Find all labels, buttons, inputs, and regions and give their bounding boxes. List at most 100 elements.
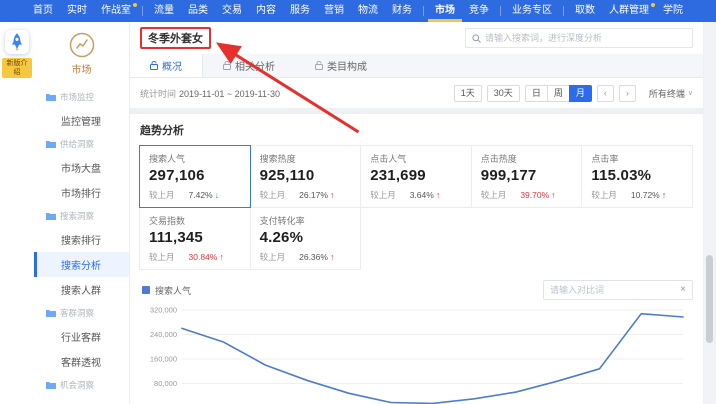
range-button-1day[interactable]: 1天 bbox=[454, 85, 482, 102]
scrollbar-thumb[interactable] bbox=[706, 255, 713, 343]
new-feature-dot bbox=[651, 3, 655, 7]
metric-card-click-rate[interactable]: 点击率 115.03% 较上月 10.72%↑ bbox=[581, 145, 693, 208]
lock-icon bbox=[150, 61, 158, 70]
stat-time: 统计时间2019-11-01 ~ 2019-11-30 bbox=[140, 87, 280, 100]
trend-title: 趋势分析 bbox=[140, 122, 693, 138]
range-button-30days[interactable]: 30天 bbox=[487, 85, 520, 102]
keyword-header: 冬季外套女 bbox=[130, 22, 703, 54]
folder-icon bbox=[46, 93, 56, 101]
sidebar-brand[interactable]: 市场 bbox=[34, 22, 129, 86]
folder-icon bbox=[46, 381, 56, 389]
metric-card-transaction-index[interactable]: 交易指数 111,345 较上月 30.84%↑ bbox=[139, 207, 251, 270]
nav-item-competition[interactable]: 竞争 bbox=[462, 0, 496, 22]
metric-card-search-heat[interactable]: 搜索热度 925,110 较上月 26.17%↑ bbox=[250, 145, 362, 208]
nav-divider bbox=[563, 6, 564, 16]
nav-item-academy[interactable]: 学院 bbox=[656, 0, 690, 22]
assistant-rocket-button[interactable] bbox=[5, 30, 29, 54]
nav-divider bbox=[142, 6, 143, 16]
sidebar-group-supply-insight[interactable]: 供给洞察 bbox=[34, 133, 129, 155]
delta-up-icon: ↑ bbox=[330, 190, 335, 200]
nav-item-service[interactable]: 服务 bbox=[283, 0, 317, 22]
nav-divider bbox=[500, 6, 501, 16]
date-controls: 1天 30天 日 周 月 ‹ › 所有终端 ∨ bbox=[454, 85, 693, 102]
delta-up-icon: ↑ bbox=[436, 190, 441, 200]
delta-up-icon: ↑ bbox=[330, 252, 335, 262]
terminal-dropdown[interactable]: 所有终端 ∨ bbox=[649, 87, 693, 100]
toolbar: 统计时间2019-11-01 ~ 2019-11-30 1天 30天 日 周 月… bbox=[130, 78, 703, 108]
sidebar-group-search-insight[interactable]: 搜索洞察 bbox=[34, 205, 129, 227]
main-content: 冬季外套女 概况 相关分析 类目构成 bbox=[130, 22, 716, 404]
sidebar-item-monitoring-management[interactable]: 监控管理 bbox=[34, 108, 129, 133]
tab-category-composition[interactable]: 类目构成 bbox=[295, 54, 387, 77]
delta-up-icon: ↑ bbox=[662, 190, 667, 200]
delta-up-icon: ↑ bbox=[551, 190, 556, 200]
svg-text:80,000: 80,000 bbox=[154, 379, 177, 388]
nav-item-transaction[interactable]: 交易 bbox=[215, 0, 249, 22]
tab-related-analysis[interactable]: 相关分析 bbox=[203, 54, 295, 77]
nav-item-traffic[interactable]: 流量 bbox=[147, 0, 181, 22]
sidebar-item-search-ranking[interactable]: 搜索排行 bbox=[34, 227, 129, 252]
nav-item-realtime[interactable]: 实时 bbox=[60, 0, 94, 22]
market-module-icon bbox=[69, 32, 95, 58]
lock-icon bbox=[315, 61, 323, 70]
metric-card-click-popularity[interactable]: 点击人气 231,699 较上月 3.64%↑ bbox=[360, 145, 472, 208]
tab-bar: 概况 相关分析 类目构成 bbox=[130, 54, 703, 78]
nav-item-market[interactable]: 市场 bbox=[428, 0, 462, 22]
prev-period-button[interactable]: ‹ bbox=[597, 85, 614, 102]
left-rail: 新版介绍 bbox=[0, 22, 34, 404]
nav-item-data-extract[interactable]: 取数 bbox=[568, 0, 602, 22]
nav-item-business-zone[interactable]: 业务专区 bbox=[505, 0, 559, 22]
nav-item-crowd-management[interactable]: 人群管理 bbox=[602, 0, 656, 22]
folder-icon bbox=[46, 212, 56, 220]
legend-search-popularity[interactable]: 搜索人气 bbox=[140, 284, 191, 297]
metric-cards: 搜索人气 297,106 较上月 7.42%↓ 搜索热度 925,110 较上月… bbox=[140, 146, 693, 270]
svg-text:240,000: 240,000 bbox=[150, 330, 177, 339]
sidebar-group-opportunity-insight[interactable]: 机会洞察 bbox=[34, 374, 129, 396]
granularity-week-button[interactable]: 周 bbox=[547, 85, 570, 102]
sidebar-group-market-monitoring[interactable]: 市场监控 bbox=[34, 86, 129, 108]
granularity-group: 日 周 月 bbox=[525, 85, 592, 102]
granularity-month-button[interactable]: 月 bbox=[569, 85, 592, 102]
sidebar-item-search-analysis[interactable]: 搜索分析 bbox=[34, 252, 129, 277]
nav-item-content[interactable]: 内容 bbox=[249, 0, 283, 22]
svg-text:160,000: 160,000 bbox=[150, 355, 177, 364]
scrollbar bbox=[704, 22, 715, 404]
nav-item-finance[interactable]: 财务 bbox=[385, 0, 419, 22]
search-icon bbox=[472, 34, 481, 43]
nav-item-logistics[interactable]: 物流 bbox=[351, 0, 385, 22]
metric-card-payment-conversion[interactable]: 支付转化率 4.26% 较上月 26.36%↑ bbox=[250, 207, 362, 270]
rocket-icon bbox=[10, 33, 24, 51]
analyzed-keyword: 冬季外套女 bbox=[140, 27, 211, 49]
rocket-badge[interactable]: 新版介绍 bbox=[2, 58, 32, 78]
trend-panel: 趋势分析 搜索人气 297,106 较上月 7.42%↓ 搜索热度 925,11… bbox=[130, 114, 703, 404]
sidebar-item-attribute-insight[interactable]: 属性洞察 bbox=[34, 396, 129, 404]
sidebar-group-customer-insight[interactable]: 客群洞察 bbox=[34, 302, 129, 324]
search-input[interactable] bbox=[485, 33, 686, 43]
tab-overview[interactable]: 概况 bbox=[130, 54, 203, 77]
metric-card-search-popularity[interactable]: 搜索人气 297,106 较上月 7.42%↓ bbox=[139, 145, 251, 208]
nav-item-war-room[interactable]: 作战室 bbox=[94, 0, 138, 22]
nav-item-home[interactable]: 首页 bbox=[26, 0, 60, 22]
compare-word-input[interactable] bbox=[550, 285, 676, 295]
stat-time-value: 2019-11-01 ~ 2019-11-30 bbox=[179, 89, 280, 99]
nav-item-category[interactable]: 品类 bbox=[181, 0, 215, 22]
folder-icon bbox=[46, 140, 56, 148]
clear-icon[interactable]: × bbox=[680, 285, 686, 295]
metric-card-click-heat[interactable]: 点击热度 999,177 较上月 39.70%↑ bbox=[471, 145, 583, 208]
nav-item-marketing[interactable]: 营销 bbox=[317, 0, 351, 22]
top-navigation: 首页 实时 作战室 流量 品类 交易 内容 服务 营销 物流 财务 市场 竞争 … bbox=[0, 0, 716, 22]
new-feature-dot bbox=[133, 3, 137, 7]
legend-marker bbox=[142, 286, 150, 294]
chevron-down-icon: ∨ bbox=[688, 89, 693, 97]
sidebar-item-market-overview[interactable]: 市场大盘 bbox=[34, 155, 129, 180]
sidebar-item-market-ranking[interactable]: 市场排行 bbox=[34, 180, 129, 205]
svg-text:320,000: 320,000 bbox=[150, 306, 177, 315]
sidebar-item-customer-perspective[interactable]: 客群透视 bbox=[34, 349, 129, 374]
trend-line-chart: 080,000160,000240,000320,0002018-112018-… bbox=[140, 302, 693, 404]
next-period-button[interactable]: › bbox=[619, 85, 636, 102]
chart-section: 搜索人气 × 080,000160,000240,000320,0002018-… bbox=[140, 280, 693, 404]
sidebar-item-search-crowd[interactable]: 搜索人群 bbox=[34, 277, 129, 302]
sidebar-item-industry-customers[interactable]: 行业客群 bbox=[34, 324, 129, 349]
keyword-search-box[interactable] bbox=[465, 28, 693, 48]
granularity-day-button[interactable]: 日 bbox=[525, 85, 548, 102]
